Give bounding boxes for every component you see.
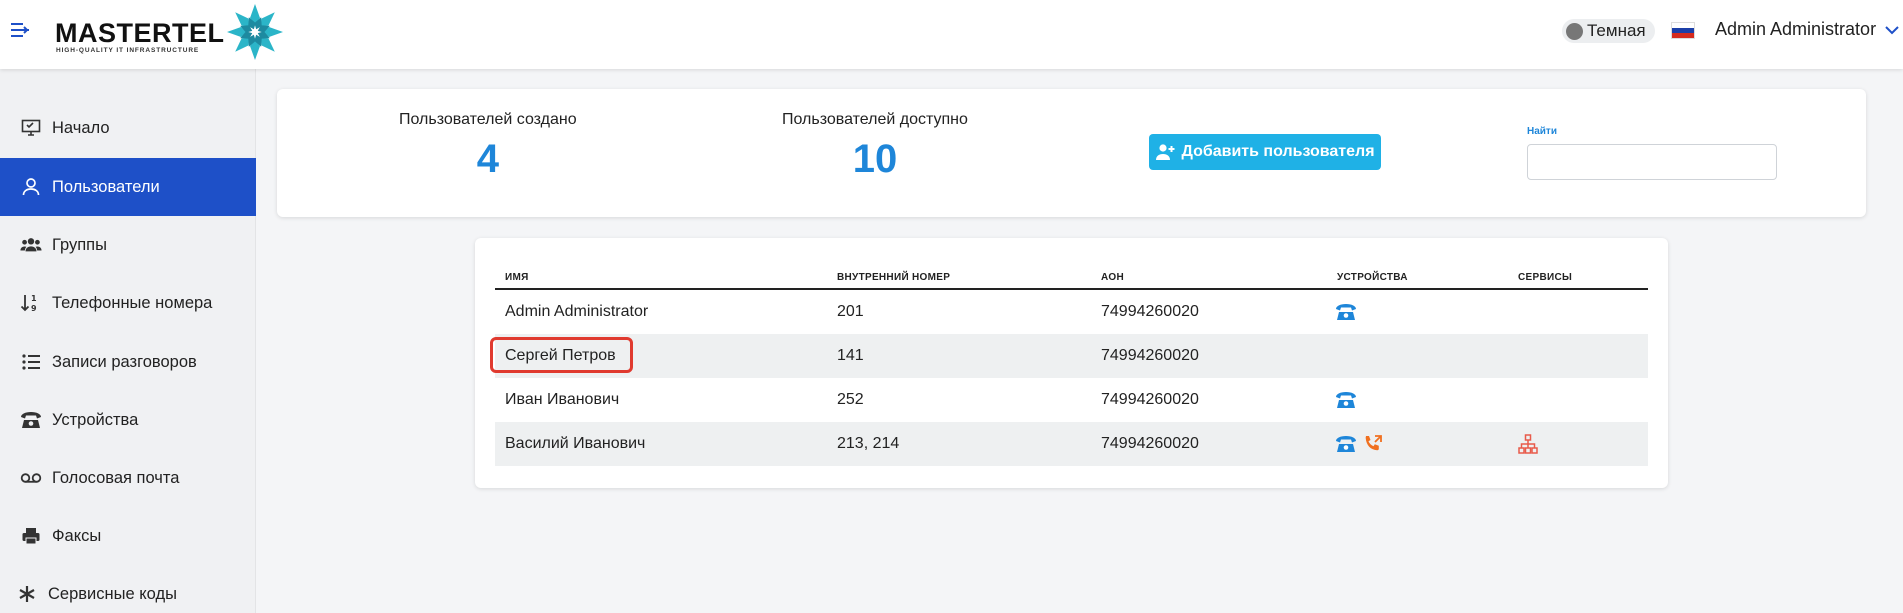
column-header-name[interactable]: ИМЯ (505, 272, 529, 283)
hierarchy-icon[interactable] (1517, 433, 1539, 455)
sidebar-item-label: Устройства (52, 410, 139, 429)
user-name: Admin Administrator (1715, 19, 1877, 39)
users-created-value: 4 (476, 137, 499, 181)
user-menu[interactable]: Admin Administrator (1715, 19, 1900, 40)
sidebar-item-groups[interactable]: Группы (0, 216, 256, 274)
mastertel-logo[interactable]: MASTERTEL HIGH-QUALITY IT INFRASTRUCTURE (55, 2, 295, 60)
asterisk-icon (16, 583, 38, 605)
sidebar-item-service-codes[interactable]: Сервисные коды (0, 565, 256, 613)
column-header-services[interactable]: СЕРВИСЫ (1518, 272, 1572, 283)
table-row[interactable]: Василий Иванович 213, 214 74994260020 (495, 422, 1648, 466)
caller-id-cell: 74994260020 (1101, 303, 1199, 320)
desk-phone-icon[interactable] (1335, 389, 1357, 411)
users-table-card: ИМЯ ВНУТРЕННИЙ НОМЕР АОН УСТРОЙСТВА СЕРВ… (475, 238, 1668, 488)
search-label: Найти (1527, 126, 1557, 137)
sidebar-item-label: Телефонные номера (52, 293, 213, 312)
logo-text: MASTERTEL (55, 18, 225, 48)
svg-text:9: 9 (31, 304, 37, 313)
sidebar-item-label: Голосовая почта (52, 468, 180, 487)
printer-icon (20, 525, 42, 547)
add-user-button-label: Добавить пользователя (1181, 143, 1375, 160)
users-available-stat: Пользователей доступно 10 (782, 111, 968, 182)
column-header-extension[interactable]: ВНУТРЕННИЙ НОМЕР (837, 272, 950, 283)
logo-tagline: HIGH-QUALITY IT INFRASTRUCTURE (56, 47, 200, 54)
table-header: ИМЯ ВНУТРЕННИЙ НОМЕР АОН УСТРОЙСТВА СЕРВ… (495, 262, 1648, 290)
sidebar-item-users[interactable]: Пользователи (0, 158, 256, 216)
sidebar-item-label: Сервисные коды (48, 584, 177, 603)
column-header-devices[interactable]: УСТРОЙСТВА (1337, 272, 1408, 283)
sidebar-item-voicemail[interactable]: Голосовая почта (0, 449, 256, 507)
dark-theme-toggle[interactable]: Темная (1562, 19, 1655, 43)
sidebar-item-label: Начало (52, 118, 110, 137)
user-stats-card: Пользователей создано 4 Пользователей до… (277, 89, 1866, 217)
user-name-cell[interactable]: Василий Иванович (505, 435, 645, 453)
sidebar: Начало Пользователи Группы 19 Телефонные… (0, 69, 256, 613)
table-row[interactable]: Иван Иванович 252 74994260020 (495, 378, 1648, 422)
user-name-cell[interactable]: Иван Иванович (505, 391, 619, 409)
call-forward-icon[interactable] (1362, 433, 1384, 455)
monitor-icon (20, 117, 42, 139)
sidebar-item-faxes[interactable]: Факсы (0, 507, 256, 565)
theme-label: Темная (1587, 21, 1646, 40)
sidebar-item-label: Группы (52, 235, 107, 254)
sidebar-item-devices[interactable]: Устройства (0, 391, 256, 449)
user-name-cell[interactable]: Сергей Петров (505, 347, 616, 365)
extension-cell: 201 (837, 303, 864, 320)
sidebar-item-home[interactable]: Начало (0, 99, 256, 157)
voicemail-icon (20, 467, 42, 489)
caller-id-cell: 74994260020 (1101, 347, 1199, 364)
search-input[interactable] (1527, 144, 1777, 180)
desk-phone-icon[interactable] (1335, 433, 1357, 455)
users-created-label: Пользователей создано (399, 111, 577, 128)
users-available-value: 10 (852, 137, 898, 181)
users-table: ИМЯ ВНУТРЕННИЙ НОМЕР АОН УСТРОЙСТВА СЕРВ… (490, 262, 1648, 466)
toggle-dot-icon (1566, 22, 1583, 40)
svg-text:1: 1 (31, 294, 37, 303)
caller-id-cell: 74994260020 (1101, 435, 1199, 452)
user-icon (20, 176, 42, 198)
top-bar: MASTERTEL HIGH-QUALITY IT INFRASTRUCTURE (0, 0, 1903, 69)
users-created-stat: Пользователей создано 4 (399, 111, 577, 182)
list-icon (20, 351, 42, 373)
chevron-down-icon (1885, 25, 1899, 34)
menu-toggle-icon[interactable] (8, 18, 32, 42)
sidebar-item-label: Пользователи (52, 177, 160, 196)
sort-numbers-icon: 19 (20, 292, 42, 314)
user-plus-icon (1156, 144, 1175, 160)
phone-icon (20, 409, 42, 431)
table-row[interactable]: Admin Administrator 201 74994260020 (495, 290, 1648, 334)
desk-phone-icon[interactable] (1335, 301, 1357, 323)
caller-id-cell: 74994260020 (1101, 391, 1199, 408)
column-header-caller-id[interactable]: АОН (1101, 272, 1124, 283)
extension-cell: 252 (837, 391, 864, 408)
sidebar-item-phone-numbers[interactable]: 19 Телефонные номера (0, 274, 256, 332)
table-row[interactable]: Сергей Петров 141 74994260020 (490, 334, 1648, 378)
add-user-button[interactable]: Добавить пользователя (1149, 134, 1381, 170)
russian-flag-icon[interactable] (1671, 22, 1695, 39)
extension-cell: 213, 214 (837, 435, 900, 452)
users-group-icon (20, 234, 42, 256)
user-name-cell[interactable]: Admin Administrator (505, 303, 648, 321)
sidebar-item-label: Записи разговоров (52, 352, 197, 371)
snowflake-logo-icon (227, 4, 283, 60)
extension-cell: 141 (837, 347, 864, 364)
sidebar-item-label: Факсы (52, 526, 102, 545)
users-available-label: Пользователей доступно (782, 111, 968, 128)
sidebar-item-call-recordings[interactable]: Записи разговоров (0, 333, 256, 391)
